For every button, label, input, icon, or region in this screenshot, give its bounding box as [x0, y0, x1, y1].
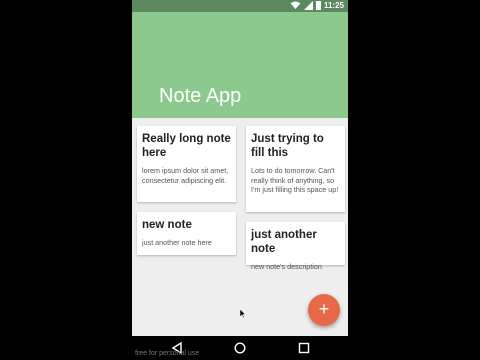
recents-icon[interactable] — [297, 341, 311, 355]
mouse-cursor-icon — [240, 309, 246, 318]
home-icon[interactable] — [233, 341, 247, 355]
status-time: 11:25 — [323, 1, 344, 10]
app-bar: Note App — [132, 12, 348, 118]
note-body: new note's description — [251, 262, 322, 271]
note-title: just another note — [251, 229, 317, 255]
note-card[interactable]: just another note new note's description — [246, 222, 345, 271]
signal-icon — [303, 1, 313, 10]
note-body: lorem ipsum dolor sit amet, consectetur … — [142, 166, 229, 185]
note-body: Lots to do tomorrow. Can't really think … — [251, 166, 339, 194]
status-icons: 11:25 — [290, 1, 344, 10]
status-bar: 11:25 — [132, 0, 348, 12]
phone-screen: 11:25 Note App Really long note here lor… — [132, 0, 348, 360]
wifi-icon — [290, 1, 301, 10]
note-card[interactable]: Just trying to fill this Lots to do tomo… — [246, 126, 345, 212]
battery-icon — [315, 1, 321, 10]
watermark: free for personal use — [135, 350, 200, 357]
note-title: new note — [142, 219, 192, 231]
note-title: Really long note here — [142, 133, 231, 159]
app-title: Note App — [159, 85, 242, 107]
note-body: just another note here — [142, 238, 212, 247]
add-note-button[interactable]: + — [308, 294, 340, 326]
note-card[interactable]: new note just another note here — [137, 212, 236, 255]
note-card[interactable]: Really long note here lorem ipsum dolor … — [137, 126, 236, 202]
note-title: Just trying to fill this — [251, 133, 324, 159]
